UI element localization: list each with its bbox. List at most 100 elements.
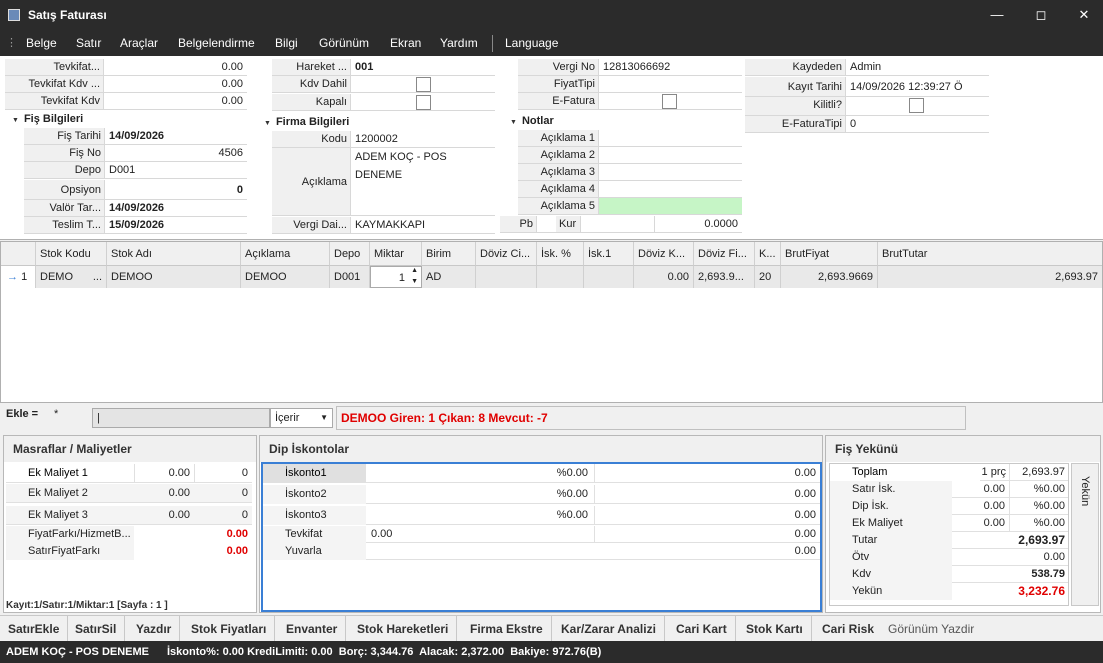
kdv-dahil-checkbox[interactable] — [416, 77, 431, 92]
ekle-filter-select[interactable]: İçerir ▼ — [270, 408, 333, 428]
kapali-checkbox[interactable] — [416, 95, 431, 110]
aciklama2-field[interactable] — [598, 147, 742, 164]
yekun-side-tab[interactable]: Yekün — [1071, 463, 1099, 606]
vergi-no-field[interactable]: 12813066692 — [598, 59, 742, 76]
iskonto1-value[interactable]: 0.00 — [594, 464, 820, 483]
cell-stok-adi[interactable]: DEMOO — [107, 266, 241, 288]
cari-risk-button[interactable]: Cari Risk — [814, 616, 882, 642]
col-aciklama[interactable]: Açıklama — [241, 242, 330, 266]
ek-maliyet-2-rate[interactable]: 0 — [194, 484, 252, 503]
firma-aciklama-field[interactable]: ADEM KOÇ - POS DENEME — [350, 148, 495, 216]
col-isk-pct[interactable]: İsk. % — [537, 242, 584, 266]
notlar-section[interactable]: ▼ Notlar — [510, 112, 742, 130]
cell-doviz-fiyat[interactable]: 2,693.9... — [694, 266, 755, 288]
menu-araclar[interactable]: Araçlar — [120, 36, 158, 50]
ek-maliyet-3-rate[interactable]: 0 — [194, 506, 252, 525]
iskonto3-value[interactable]: 0.00 — [594, 506, 820, 525]
col-kdv[interactable]: K... — [755, 242, 781, 266]
spinner-arrows-icon[interactable]: ▲ ▼ — [411, 267, 418, 287]
col-stok-kodu[interactable]: Stok Kodu — [36, 242, 107, 266]
col-depo[interactable]: Depo — [330, 242, 370, 266]
kur-field[interactable]: 0.0000 — [654, 216, 742, 233]
satir-ekle-button[interactable]: SatırEkle — [0, 616, 69, 642]
fis-no-field[interactable]: 4506 — [104, 145, 247, 162]
yazdir-button[interactable]: Yazdır — [128, 616, 181, 642]
menu-satir[interactable]: Satır — [76, 36, 101, 50]
col-doviz-kur[interactable]: Döviz K... — [634, 242, 694, 266]
aciklama5-field[interactable] — [598, 198, 742, 215]
stok-fiyatlari-button[interactable]: Stok Fiyatları — [183, 616, 276, 642]
pb-field[interactable] — [536, 216, 556, 233]
iskonto3-pct[interactable]: %0.00 — [366, 506, 594, 525]
cell-brut-fiyat[interactable]: 2,693.9669 — [781, 266, 878, 288]
col-birim[interactable]: Birim — [422, 242, 476, 266]
fis-tarihi-field[interactable]: 14/09/2026 — [104, 128, 247, 145]
aciklama3-field[interactable] — [598, 164, 742, 181]
col-brut-fiyat[interactable]: BrutFiyat — [781, 242, 878, 266]
cell-kdv[interactable]: 20 — [755, 266, 781, 288]
fiyat-tipi-field[interactable] — [598, 76, 742, 93]
aciklama4-field[interactable] — [598, 181, 742, 198]
opsiyon-field[interactable]: 0 — [104, 180, 247, 200]
iskonto1-pct[interactable]: %0.00 — [366, 464, 594, 483]
iskonto2-pct[interactable]: %0.00 — [366, 485, 594, 504]
col-doviz-cinsi[interactable]: Döviz Ci... — [476, 242, 537, 266]
cell-depo[interactable]: D001 — [330, 266, 370, 288]
stok-hareketleri-button[interactable]: Stok Hareketleri — [349, 616, 458, 642]
yuvarla-value[interactable]: 0.00 — [366, 543, 820, 560]
cell-doviz-kur[interactable]: 0.00 — [634, 266, 694, 288]
tevkifat-dip-value[interactable]: 0.00 — [594, 526, 820, 543]
e-fatura-tipi-field[interactable]: 0 — [845, 116, 989, 133]
firma-kodu-field[interactable]: 1200002 — [350, 131, 495, 148]
tevkifat-kdv2-field[interactable]: 0.00 — [103, 93, 247, 110]
stok-karti-button[interactable]: Stok Kartı — [738, 616, 812, 642]
satir-fiyat-farki-value[interactable]: 0.00 — [134, 543, 252, 560]
cell-birim[interactable]: AD — [422, 266, 476, 288]
valor-tarihi-field[interactable]: 14/09/2026 — [104, 200, 247, 217]
vergi-dairesi-field[interactable]: KAYMAKKAPI — [350, 217, 495, 234]
menu-belge[interactable]: Belge — [26, 36, 57, 50]
ellipsis-icon[interactable]: ... — [93, 266, 102, 288]
col-isk1[interactable]: İsk.1 — [584, 242, 634, 266]
satir-sil-button[interactable]: SatırSil — [67, 616, 126, 642]
tevkifat-dip-mid[interactable]: 0.00 — [366, 526, 594, 543]
cell-miktar-spinner[interactable]: 1 ▲ ▼ — [370, 266, 422, 288]
minimize-button[interactable]: — — [986, 5, 1008, 25]
ek-maliyet-3-amount[interactable]: 0.00 — [134, 506, 194, 525]
ek-maliyet-1-rate[interactable]: 0 — [194, 464, 252, 483]
ek-maliyet-2-amount[interactable]: 0.00 — [134, 484, 194, 503]
cari-kart-button[interactable]: Cari Kart — [668, 616, 736, 642]
close-button[interactable]: ✕ — [1073, 5, 1095, 25]
col-miktar[interactable]: Miktar — [370, 242, 422, 266]
kur-currency-field[interactable] — [580, 216, 654, 233]
hareket-field[interactable]: 001 — [350, 59, 495, 76]
menu-ekran[interactable]: Ekran — [390, 36, 421, 50]
fiyat-farki-value[interactable]: 0.00 — [134, 526, 252, 543]
col-doviz-fiyat[interactable]: Döviz Fi... — [694, 242, 755, 266]
aciklama1-field[interactable] — [598, 130, 742, 147]
cell-brut-tutar[interactable]: 2,693.97 — [878, 266, 1102, 288]
depo-field[interactable]: D001 — [104, 162, 247, 179]
cell-aciklama[interactable]: DEMOO — [241, 266, 330, 288]
menu-bilgi[interactable]: Bilgi — [275, 36, 298, 50]
maximize-button[interactable]: ◻ — [1030, 5, 1052, 25]
envanter-button[interactable]: Envanter — [278, 616, 347, 642]
ekle-input[interactable]: | — [92, 408, 270, 428]
menu-gorunum[interactable]: Görünüm — [319, 36, 369, 50]
teslim-tarihi-field[interactable]: 15/09/2026 — [104, 217, 247, 234]
firma-bilgileri-section[interactable]: ▼ Firma Bilgileri — [264, 113, 495, 131]
menu-belgelendirme[interactable]: Belgelendirme — [178, 36, 255, 50]
table-row-indicator[interactable]: → 1 — [1, 266, 36, 288]
col-brut-tutar[interactable]: BrutTutar — [878, 242, 1102, 266]
col-stok-adi[interactable]: Stok Adı — [107, 242, 241, 266]
cell-stok-kodu[interactable]: DEMO... — [36, 266, 107, 288]
iskonto2-value[interactable]: 0.00 — [594, 485, 820, 504]
fis-bilgileri-section[interactable]: ▼ Fiş Bilgileri — [12, 110, 247, 128]
firma-ekstre-button[interactable]: Firma Ekstre — [462, 616, 552, 642]
e-fatura-checkbox[interactable] — [662, 94, 677, 109]
gorunum-yazdir-button[interactable]: Görünüm Yazdir — [880, 616, 982, 642]
ek-maliyet-1-amount[interactable]: 0.00 — [134, 464, 194, 483]
menu-yardim[interactable]: Yardım — [440, 36, 478, 50]
tevkifat-field[interactable]: 0.00 — [103, 59, 247, 76]
tevkifat-kdv-field[interactable]: 0.00 — [103, 76, 247, 93]
